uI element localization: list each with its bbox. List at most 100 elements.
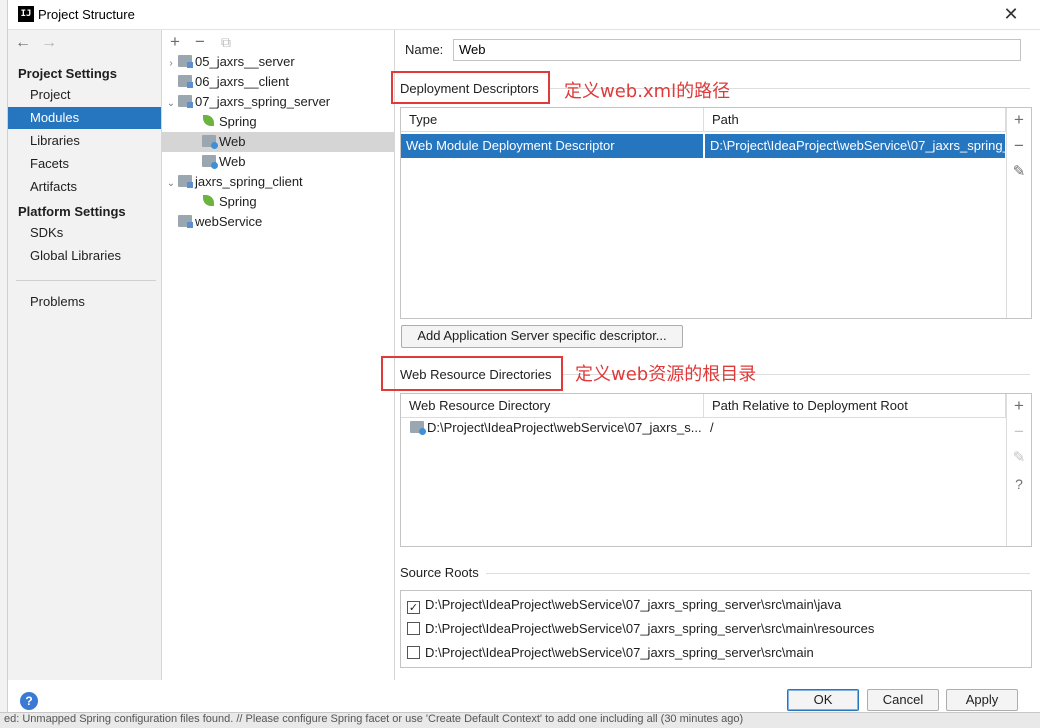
resource-annotation: 定义web资源的根目录 bbox=[575, 364, 757, 385]
source-root-path: D:\Project\IdeaProject\webService\07_jax… bbox=[425, 597, 842, 612]
resource-dir-cell[interactable]: D:\Project\IdeaProject\webService\07_jax… bbox=[405, 416, 705, 440]
column-header-relative-path[interactable]: Path Relative to Deployment Root bbox=[704, 394, 1006, 418]
window-title: Project Structure bbox=[38, 7, 135, 22]
expand-caret-icon[interactable]: ⌄ bbox=[164, 174, 178, 194]
remove-module-icon[interactable]: − bbox=[190, 32, 210, 52]
intellij-icon: IJ bbox=[18, 6, 34, 22]
deployment-descriptors-table: Type Path Web Module Deployment Descript… bbox=[400, 107, 1032, 319]
expand-caret-icon[interactable]: ⌄ bbox=[164, 94, 178, 114]
background-status-text: ed: Unmapped Spring configuration files … bbox=[4, 713, 744, 725]
source-root-path: D:\Project\IdeaProject\webService\07_jax… bbox=[425, 645, 814, 660]
table-tool-divider bbox=[1006, 394, 1007, 546]
nav-item-libraries[interactable]: Libraries bbox=[8, 130, 161, 152]
apply-button[interactable]: Apply bbox=[946, 689, 1018, 711]
nav-item-modules[interactable]: Modules bbox=[8, 107, 161, 129]
module-folder-icon bbox=[178, 75, 193, 88]
add-server-descriptor-button[interactable]: Add Application Server specific descript… bbox=[401, 325, 683, 348]
nav-item-project[interactable]: Project bbox=[8, 84, 161, 106]
remove-resource-icon[interactable]: − bbox=[1009, 422, 1029, 442]
descriptor-path-cell[interactable]: D:\Project\IdeaProject\webService\07_jax… bbox=[705, 134, 1005, 158]
platform-settings-header: Platform Settings bbox=[18, 204, 126, 219]
source-root-row[interactable]: D:\Project\IdeaProject\webService\07_jax… bbox=[407, 619, 874, 639]
tree-row-label: jaxrs_spring_client bbox=[195, 174, 303, 189]
nav-divider bbox=[16, 280, 156, 281]
web-resource-table: Web Resource Directory Path Relative to … bbox=[400, 393, 1032, 547]
web-facet-icon bbox=[202, 155, 218, 169]
module-tree-panel: + − ⧉ › 05_jaxrs__server 06_jaxrs__client ⌄… bbox=[162, 30, 395, 680]
nav-item-artifacts[interactable]: Artifacts bbox=[8, 176, 161, 198]
expand-caret-icon[interactable]: › bbox=[164, 54, 178, 74]
module-folder-icon bbox=[178, 175, 193, 188]
tree-row-spring[interactable]: Spring bbox=[162, 112, 394, 132]
tree-row-label: Spring bbox=[219, 194, 257, 209]
nav-item-sdks[interactable]: SDKs bbox=[8, 222, 161, 244]
forward-arrow-icon[interactable]: → bbox=[40, 34, 58, 52]
help-resource-icon[interactable]: ? bbox=[1009, 474, 1029, 494]
module-folder-icon bbox=[178, 95, 193, 108]
deployment-annotation: 定义web.xml的路径 bbox=[564, 81, 731, 102]
source-root-checkbox[interactable] bbox=[407, 646, 420, 659]
source-roots-list: ✓ D:\Project\IdeaProject\webService\07_ja… bbox=[400, 590, 1032, 668]
add-descriptor-icon[interactable]: + bbox=[1009, 110, 1029, 130]
tree-row-web[interactable]: Web bbox=[162, 132, 394, 152]
web-resource-directories-header: Web Resource Directories bbox=[400, 367, 552, 382]
column-header-path[interactable]: Path bbox=[704, 108, 1006, 132]
edit-descriptor-icon[interactable]: ✎ bbox=[1009, 162, 1029, 182]
edit-resource-icon[interactable]: ✎ bbox=[1009, 448, 1029, 468]
remove-descriptor-icon[interactable]: − bbox=[1009, 136, 1029, 156]
tree-row-label: webService bbox=[195, 214, 263, 229]
module-folder-icon bbox=[178, 55, 193, 68]
cancel-button[interactable]: Cancel bbox=[867, 689, 939, 711]
name-label: Name: bbox=[405, 42, 444, 57]
resource-dir-text: D:\Project\IdeaProject\webService\07_jax… bbox=[427, 420, 702, 435]
background-status-bar: ed: Unmapped Spring configuration files … bbox=[0, 712, 1040, 728]
title-bar: IJ Project Structure ✕ bbox=[8, 0, 1040, 30]
module-folder-icon bbox=[178, 215, 193, 228]
settings-nav: ← → Project Settings Project Modules Lib… bbox=[8, 30, 162, 680]
tree-row-spring[interactable]: Spring bbox=[162, 192, 394, 212]
tree-row-label: 05_jaxrs__server bbox=[195, 54, 295, 69]
source-root-path: D:\Project\IdeaProject\webService\07_jax… bbox=[425, 621, 875, 636]
facet-name-input[interactable]: Web bbox=[453, 39, 1021, 61]
tree-row-web[interactable]: Web bbox=[162, 152, 394, 172]
descriptor-type-cell[interactable]: Web Module Deployment Descriptor bbox=[401, 134, 703, 158]
tree-row-07-jaxrs-spring-server[interactable]: ⌄ 07_jaxrs_spring_server bbox=[162, 92, 394, 112]
web-folder-icon bbox=[410, 421, 426, 435]
tree-row-05-jaxrs-server[interactable]: › 05_jaxrs__server bbox=[162, 52, 394, 72]
tree-row-jaxrs-spring-client[interactable]: ⌄ jaxrs_spring_client bbox=[162, 172, 394, 192]
tree-row-label: 06_jaxrs__client bbox=[195, 74, 289, 89]
tree-row-label: Web bbox=[219, 154, 246, 169]
ok-button[interactable]: OK bbox=[787, 689, 859, 711]
source-root-checkbox[interactable]: ✓ bbox=[407, 601, 420, 614]
spring-leaf-icon bbox=[202, 195, 216, 207]
spring-leaf-icon bbox=[202, 115, 216, 127]
tree-row-label: Spring bbox=[219, 114, 257, 129]
copy-module-icon[interactable]: ⧉ bbox=[216, 32, 236, 52]
tree-row-webservice[interactable]: webService bbox=[162, 212, 394, 232]
nav-item-global-libraries[interactable]: Global Libraries bbox=[8, 245, 161, 267]
project-settings-header: Project Settings bbox=[18, 66, 117, 81]
nav-item-facets[interactable]: Facets bbox=[8, 153, 161, 175]
source-root-checkbox[interactable] bbox=[407, 622, 420, 635]
close-icon: ✕ bbox=[1003, 4, 1019, 24]
deployment-descriptors-header: Deployment Descriptors bbox=[400, 81, 539, 96]
add-resource-icon[interactable]: + bbox=[1009, 396, 1029, 416]
column-header-type[interactable]: Type bbox=[401, 108, 704, 132]
source-root-row[interactable]: ✓ D:\Project\IdeaProject\webService\07_ja… bbox=[407, 595, 841, 615]
tree-row-label: Web bbox=[219, 134, 246, 149]
help-icon[interactable]: ? bbox=[20, 692, 38, 710]
back-arrow-icon[interactable]: ← bbox=[14, 34, 32, 52]
source-roots-header: Source Roots bbox=[400, 565, 479, 580]
module-tree: › 05_jaxrs__server 06_jaxrs__client ⌄ 07_jax… bbox=[162, 52, 394, 232]
nav-item-problems[interactable]: Problems bbox=[8, 291, 161, 313]
tree-row-06-jaxrs-client[interactable]: 06_jaxrs__client bbox=[162, 72, 394, 92]
resource-rel-cell[interactable]: / bbox=[705, 416, 1005, 440]
source-root-row[interactable]: D:\Project\IdeaProject\webService\07_jax… bbox=[407, 643, 814, 663]
background-editor-strip bbox=[0, 0, 8, 728]
web-facet-icon bbox=[202, 135, 218, 149]
tree-row-label: 07_jaxrs_spring_server bbox=[195, 94, 331, 109]
column-header-resource-directory[interactable]: Web Resource Directory bbox=[401, 394, 704, 418]
close-button[interactable]: ✕ bbox=[1000, 4, 1022, 26]
section-divider bbox=[486, 573, 1030, 574]
add-module-icon[interactable]: + bbox=[165, 32, 185, 52]
